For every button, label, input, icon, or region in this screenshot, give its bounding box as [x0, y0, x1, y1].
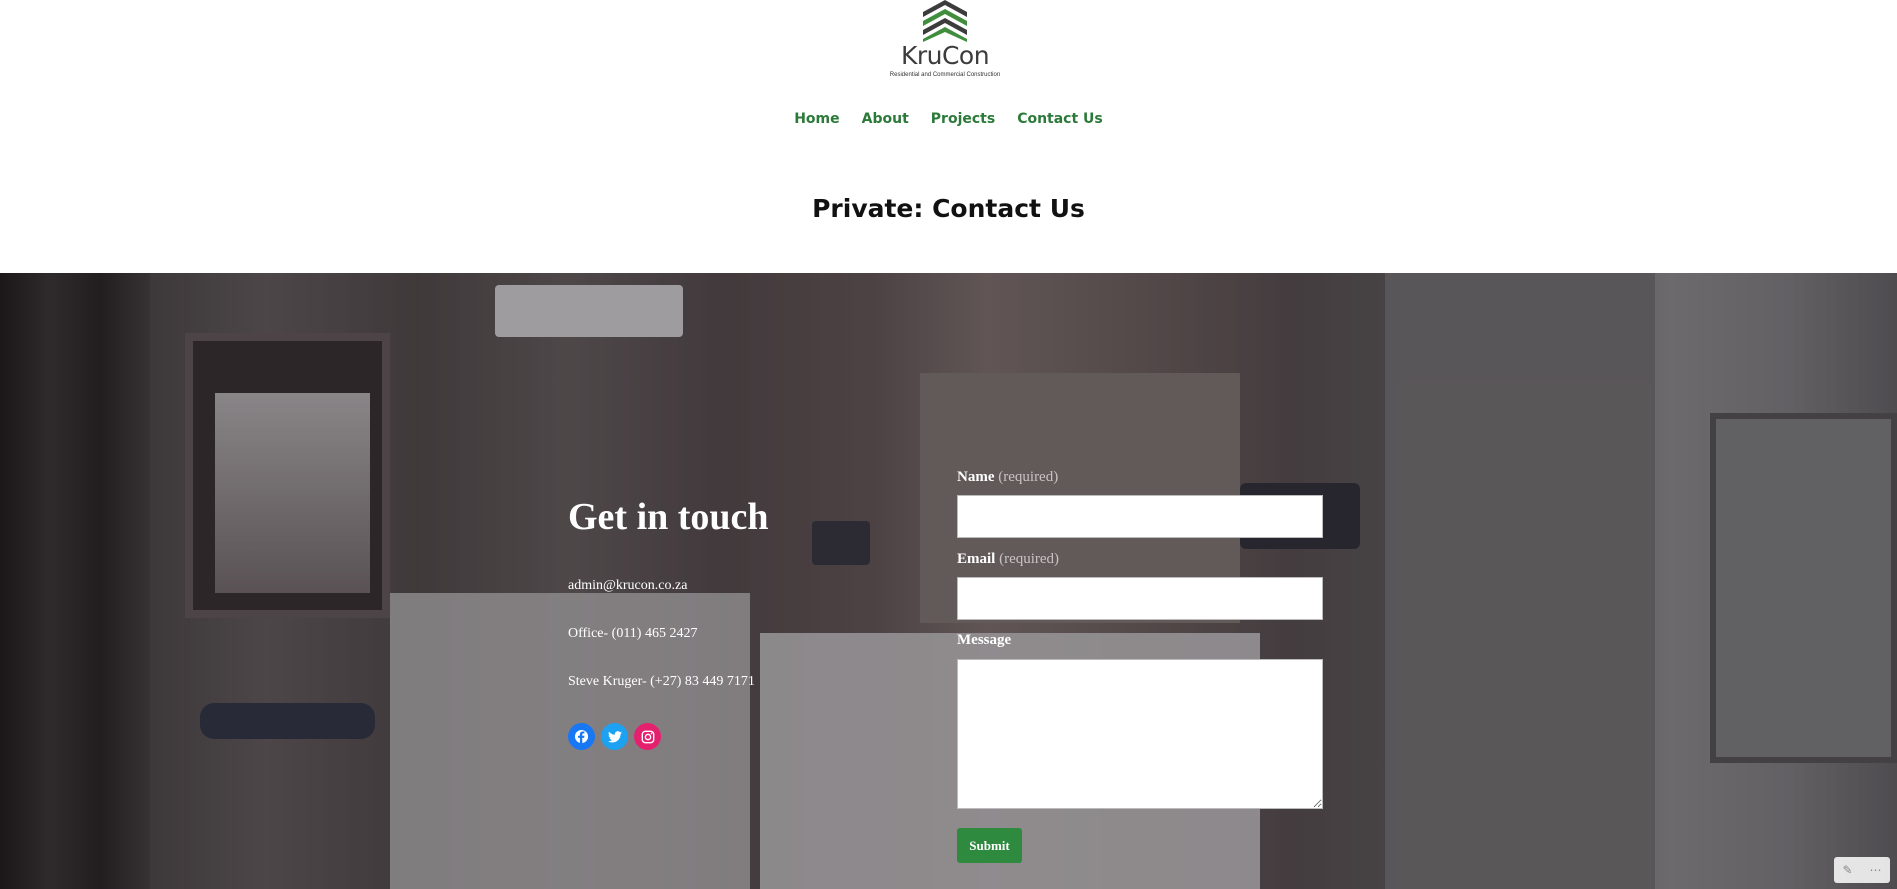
contact-email: admin@krucon.co.za	[568, 578, 688, 593]
required-hint: (required)	[998, 469, 1059, 485]
required-hint: (required)	[999, 551, 1060, 567]
contact-heading: Get in touch	[568, 496, 769, 538]
submit-button[interactable]: Submit	[957, 828, 1022, 863]
nav-contact-us[interactable]: Contact Us	[1017, 111, 1103, 127]
message-textarea[interactable]	[957, 659, 1323, 809]
email-field[interactable]	[957, 577, 1323, 620]
site-logo[interactable]: KruCon Residential and Commercial Constr…	[880, 0, 1010, 82]
name-label: Name (required)	[957, 469, 1058, 486]
logo-tagline: Residential and Commercial Construction	[889, 72, 1001, 78]
instagram-icon[interactable]	[634, 723, 661, 750]
nav-projects[interactable]: Projects	[931, 111, 995, 127]
name-label-text: Name	[957, 469, 995, 485]
logo-chevrons-icon	[923, 0, 967, 42]
message-label: Message	[957, 632, 1012, 648]
twitter-icon[interactable]	[601, 723, 628, 750]
contact-hero: Get in touch admin@krucon.co.za Office- …	[0, 273, 1897, 889]
edit-pencil-icon[interactable]: ✎	[1842, 863, 1852, 877]
name-field[interactable]	[957, 495, 1323, 538]
more-options-icon[interactable]: ⋯	[1870, 863, 1882, 877]
social-links	[568, 723, 661, 750]
page-title: Private: Contact Us	[812, 194, 1085, 223]
nav-home[interactable]: Home	[794, 111, 839, 127]
logo-name: KruCon	[900, 41, 990, 70]
contact-mobile-phone: Steve Kruger- (+27) 83 449 7171	[568, 674, 755, 689]
email-label: Email (required)	[957, 551, 1059, 568]
main-nav: Home About Projects Contact Us	[0, 110, 1897, 128]
facebook-icon[interactable]	[568, 723, 595, 750]
nav-about[interactable]: About	[862, 111, 909, 127]
email-label-text: Email	[957, 551, 996, 567]
hero-overlay	[0, 273, 1897, 889]
contact-office-phone: Office- (011) 465 2427	[568, 626, 698, 641]
floating-toolbar: ✎ ⋯	[1834, 857, 1890, 883]
